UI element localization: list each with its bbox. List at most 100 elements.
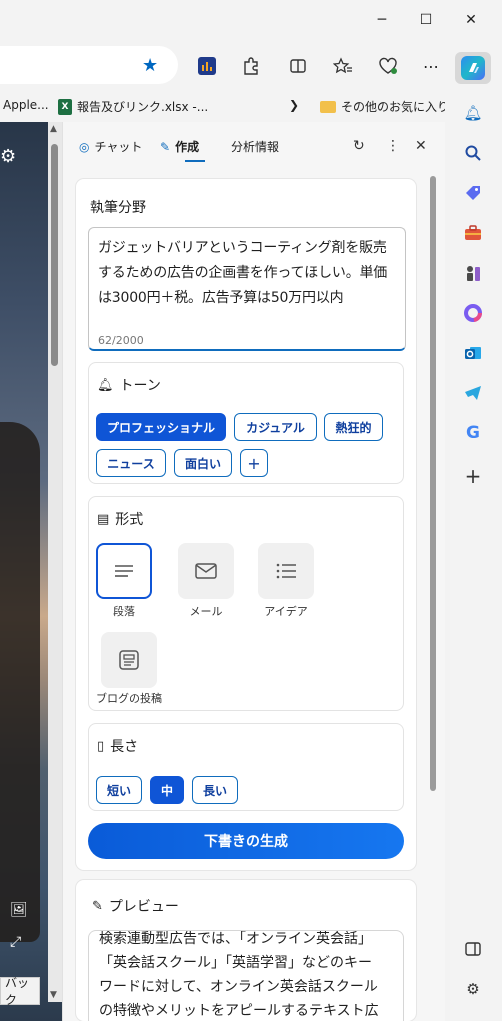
rock-silhouette: [0, 422, 40, 942]
favorite-star-icon[interactable]: ★: [142, 55, 158, 76]
title-bar: ─ ☐ ✕: [0, 0, 502, 40]
tone-bell-icon: 🔔︎: [97, 377, 114, 393]
more-options-icon[interactable]: ⋮: [386, 138, 400, 154]
tone-option-news[interactable]: ニュース: [96, 449, 166, 477]
tab-insights-label: 分析情報: [231, 140, 280, 154]
back-button-label: バック: [5, 976, 30, 1007]
sidebar-tabs: ◎ チャット ✎ 作成 分析情報 ↻ ⋮ ✕: [63, 122, 446, 170]
char-counter: 62/2000: [98, 334, 144, 347]
analytics-extension-icon[interactable]: [195, 54, 219, 78]
length-option-short[interactable]: 短い: [96, 776, 142, 804]
preview-line: 検索連動型広告では、「オンライン英会話」: [99, 931, 372, 947]
more-menu-button[interactable]: ⋯: [419, 54, 443, 78]
page-scrollbar[interactable]: ▲ ▼: [48, 122, 62, 1002]
tone-option-funny[interactable]: 面白い: [174, 449, 232, 477]
microsoft365-icon[interactable]: [462, 302, 484, 324]
edge-sidebar: 🔔︎ G + ⚙: [445, 90, 502, 1021]
shopping-tag-icon[interactable]: [462, 182, 484, 204]
tone-option-casual[interactable]: カジュアル: [234, 413, 317, 441]
folder-label: その他のお気に入り: [341, 100, 450, 114]
topic-textarea[interactable]: ガジェットバリアというコーティング剤を販売するための広告の企画書を作ってほしい。…: [88, 227, 406, 351]
preview-line: の特徴やメリットをアピールするテキスト広: [99, 1003, 379, 1019]
chevron-right-icon: ❯: [289, 98, 300, 112]
tab-compose[interactable]: ✎ 作成: [160, 138, 199, 155]
add-sidebar-app-icon[interactable]: +: [462, 464, 484, 488]
preview-label: プレビュー: [108, 899, 179, 915]
preview-line: 「英会話スクール」「英語学習」などのキー: [99, 955, 372, 971]
compose-icon: ✎: [160, 139, 171, 154]
other-favorites-folder[interactable]: その他のお気に入り: [320, 98, 449, 115]
topic-label: 執筆分野: [90, 200, 146, 216]
preview-textbox[interactable]: 検索連動型広告では、「オンライン英会話」 「英会話スクール」「英語学習」などのキ…: [88, 930, 404, 1021]
maximize-button[interactable]: ☐: [414, 8, 438, 32]
tone-option-enthusiastic[interactable]: 熱狂的: [324, 413, 383, 441]
preview-heading: ✎ プレビュー: [92, 896, 179, 916]
minimize-button[interactable]: ─: [370, 8, 394, 32]
page-expand-icon[interactable]: ⤢: [10, 934, 21, 950]
address-bar[interactable]: ★: [0, 46, 178, 84]
close-sidebar-icon[interactable]: ✕: [415, 138, 427, 154]
tone-label: トーン: [119, 378, 161, 394]
close-window-button[interactable]: ✕: [459, 8, 483, 32]
google-icon[interactable]: G: [462, 422, 484, 444]
format-option-email[interactable]: [178, 543, 234, 599]
favorite-label: Apple...: [3, 98, 49, 112]
format-option-paragraph[interactable]: [96, 543, 152, 599]
preview-line: ワードに対して、オンライン英会話スクール: [99, 979, 378, 995]
page-back-button[interactable]: バック: [0, 976, 40, 1007]
copilot-sidebar-panel: ◎ チャット ✎ 作成 分析情報 ↻ ⋮ ✕ 執筆分野 ガジェットバリアというコ…: [62, 122, 445, 1021]
tab-chat[interactable]: ◎ チャット: [79, 138, 142, 155]
scroll-down-arrow-icon[interactable]: ▼: [50, 990, 57, 1000]
format-option-blog[interactable]: [101, 632, 157, 688]
format-doc-icon: ▤: [97, 511, 110, 527]
add-tone-button[interactable]: +: [240, 449, 268, 477]
panel-scroll-thumb[interactable]: [430, 176, 436, 791]
format-blog-label: ブログの投稿: [96, 692, 162, 705]
send-telegram-icon[interactable]: [462, 382, 484, 404]
folder-icon: [320, 100, 336, 113]
length-heading: ▯ 長さ: [97, 736, 138, 756]
refresh-icon[interactable]: ↻: [353, 138, 365, 154]
favorite-item-apple[interactable]: Apple...: [3, 98, 49, 112]
browser-essentials-icon[interactable]: [376, 54, 400, 78]
page-scroll-thumb[interactable]: [51, 144, 58, 366]
minimize-icon: ─: [377, 12, 387, 28]
favorites-list-icon[interactable]: [331, 54, 355, 78]
copilot-button[interactable]: [455, 52, 491, 84]
tab-insights[interactable]: 分析情報: [231, 138, 279, 155]
length-option-long[interactable]: 長い: [192, 776, 238, 804]
page-image-icon[interactable]: 🖼: [10, 902, 28, 918]
split-screen-icon[interactable]: [286, 54, 310, 78]
format-paragraph-label: 段落: [113, 605, 135, 618]
active-tab-indicator: [185, 160, 205, 162]
length-option-medium[interactable]: 中: [150, 776, 184, 804]
tone-section: 🔔︎ トーン プロフェッショナル カジュアル 熱狂的 ニュース 面白い +: [88, 362, 404, 484]
search-icon[interactable]: [462, 142, 484, 164]
tab-chat-label: チャット: [94, 140, 143, 154]
sidebar-settings-gear-icon[interactable]: ⚙: [462, 978, 484, 1000]
format-section: ▤ 形式 段落 メール アイデア ブログの投稿: [88, 496, 404, 711]
tools-briefcase-icon[interactable]: [462, 222, 484, 244]
maximize-icon: ☐: [419, 12, 433, 28]
notifications-bell-icon[interactable]: 🔔︎: [462, 102, 484, 124]
outlook-icon[interactable]: [462, 342, 484, 364]
page-settings-gear-icon[interactable]: ⚙: [0, 146, 16, 167]
length-section: ▯ 長さ 短い 中 長い: [88, 723, 404, 811]
format-option-ideas[interactable]: [258, 543, 314, 599]
hide-sidebar-icon[interactable]: [462, 938, 484, 960]
generate-draft-button[interactable]: 下書きの生成: [88, 823, 404, 859]
mail-icon: [195, 563, 217, 579]
favorite-item-xlsx[interactable]: X 報告及びリンク.xlsx -...: [58, 98, 208, 115]
tone-option-professional[interactable]: プロフェッショナル: [96, 413, 226, 441]
favorites-overflow-chevron[interactable]: ❯: [289, 98, 299, 112]
scroll-up-arrow-icon[interactable]: ▲: [50, 124, 57, 134]
extensions-puzzle-icon[interactable]: [239, 54, 263, 78]
chat-icon: ◎: [79, 139, 90, 154]
browser-toolbar: ★ ⋯: [0, 40, 502, 90]
blog-post-icon: [119, 650, 139, 670]
preview-card: ✎ プレビュー 検索連動型広告では、「オンライン英会話」 「英会話スクール」「英…: [76, 880, 416, 1021]
magic-wand-icon: ✎: [92, 898, 103, 914]
tone-heading: 🔔︎ トーン: [97, 375, 161, 395]
games-chess-icon[interactable]: [462, 262, 484, 284]
tab-compose-label: 作成: [175, 140, 200, 154]
